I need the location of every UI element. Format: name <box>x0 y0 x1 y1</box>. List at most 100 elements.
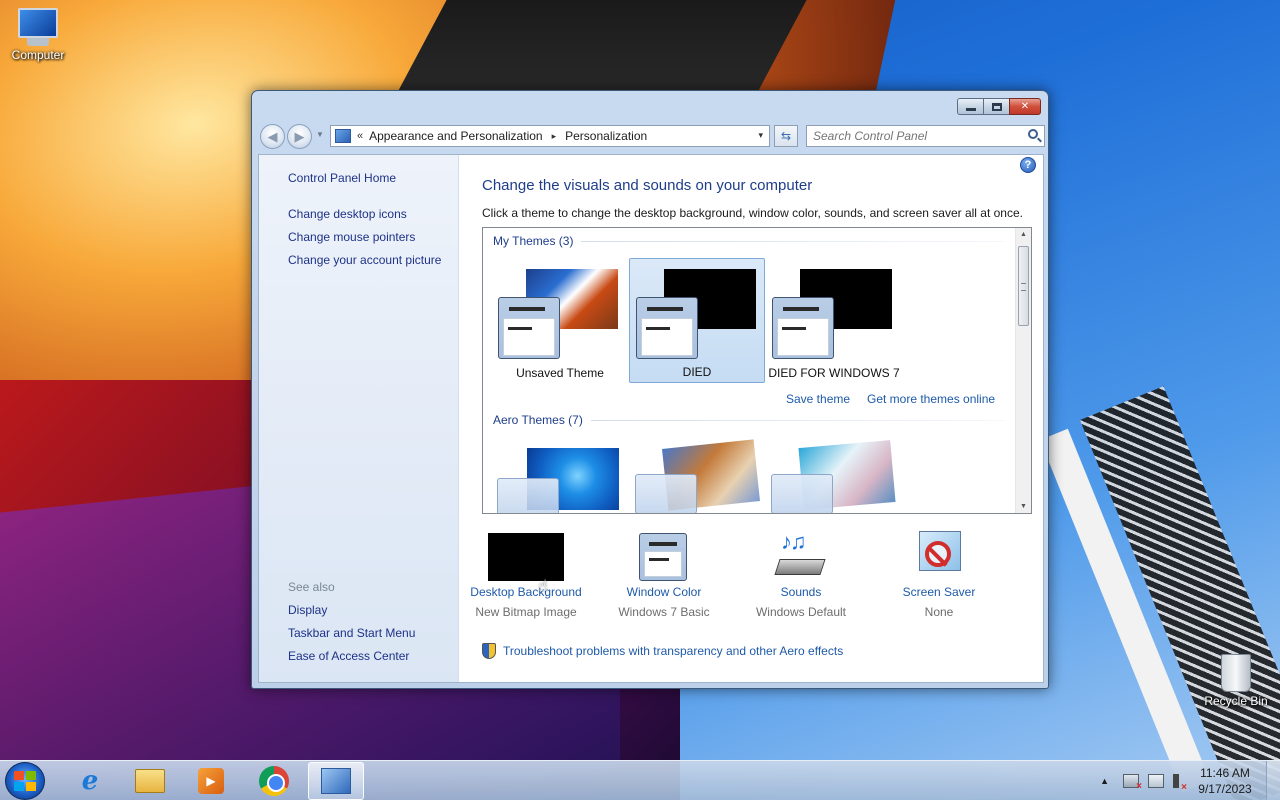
start-button[interactable] <box>5 762 45 800</box>
my-themes-header: My Themes (3) <box>493 234 1005 248</box>
scroll-thumb[interactable] <box>1018 246 1029 326</box>
scroll-down-icon[interactable]: ▼ <box>1020 503 1027 510</box>
page-title: Change the visuals and sounds on your co… <box>482 177 813 194</box>
desktop-icon-recycle-bin[interactable]: Recycle Bin <box>1198 654 1274 708</box>
save-theme-link[interactable]: Save theme <box>786 392 850 406</box>
theme-window-preview <box>498 297 560 359</box>
screen-saver-icon <box>869 529 1009 585</box>
refresh-icon: ⇆ <box>780 129 792 143</box>
troubleshoot-label: Troubleshoot problems with transparency … <box>503 644 844 658</box>
control-panel-icon <box>335 129 351 143</box>
recent-pages-dropdown[interactable]: ▼ <box>316 130 324 139</box>
taskbar-chrome[interactable] <box>246 762 302 800</box>
breadcrumb-appearance[interactable]: Appearance and Personalization <box>369 129 542 143</box>
desktop-background-setting[interactable]: Desktop Background New Bitmap Image <box>456 529 596 619</box>
recycle-bin-icon <box>1198 654 1274 692</box>
aero-themes-header: Aero Themes (7) <box>493 413 1005 427</box>
aero-theme-characters[interactable] <box>771 440 901 513</box>
theme-window-preview <box>635 474 697 513</box>
aero-theme-architecture[interactable] <box>635 439 765 513</box>
control-panel-icon <box>321 768 351 794</box>
theme-list-scrollbar[interactable]: ▲ ▼ <box>1015 228 1031 513</box>
theme-unsaved[interactable]: Unsaved Theme <box>492 259 628 384</box>
minimize-button[interactable] <box>957 98 983 115</box>
change-mouse-pointers-link[interactable]: Change mouse pointers <box>288 230 458 244</box>
taskbar-start-menu-link[interactable]: Taskbar and Start Menu <box>288 626 415 640</box>
windows-logo-icon <box>14 771 24 780</box>
change-desktop-icons-link[interactable]: Change desktop icons <box>288 207 458 221</box>
folder-icon <box>135 769 165 793</box>
breadcrumb-personalization[interactable]: Personalization <box>565 129 647 143</box>
search-box[interactable] <box>806 125 1045 147</box>
internet-explorer-icon: e <box>81 766 99 796</box>
personalization-window: ✕ ◀ ▶ ▼ « Appearance and Personalization… <box>251 90 1049 689</box>
sounds-icon: ♪♫ <box>731 529 871 585</box>
screen-saver-value: None <box>924 605 954 619</box>
theme-window-preview <box>772 297 834 359</box>
refresh-button[interactable]: ⇆ <box>774 125 798 147</box>
sounds-setting[interactable]: ♪♫ Sounds Windows Default <box>731 529 871 619</box>
desktop-background-value: New Bitmap Image <box>475 605 577 619</box>
theme-died[interactable]: DIED <box>629 258 765 383</box>
sounds-value: Windows Default <box>755 605 847 619</box>
page-subtitle: Click a theme to change the desktop back… <box>482 206 1023 220</box>
desktop-icon-label: Recycle Bin <box>1204 694 1268 708</box>
clock-date: 9/17/2023 <box>1198 782 1252 796</box>
forward-button[interactable]: ▶ <box>287 124 312 149</box>
get-more-themes-link[interactable]: Get more themes online <box>867 392 995 406</box>
display-link[interactable]: Display <box>288 603 415 617</box>
taskbar-windows-explorer[interactable] <box>122 762 178 800</box>
back-arrow-icon: ◀ <box>267 128 278 144</box>
system-tray: ▲ 11:46 AM 9/17/2023 <box>1100 761 1280 800</box>
address-bar[interactable]: « Appearance and Personalization ▸ Perso… <box>330 125 770 147</box>
window-color-setting[interactable]: Window Color Windows 7 Basic <box>594 529 734 619</box>
screen-saver-link[interactable]: Screen Saver <box>869 585 1009 599</box>
help-icon: ? <box>1024 159 1032 171</box>
aero-theme-windows7[interactable] <box>497 446 627 513</box>
search-icon[interactable] <box>1028 129 1038 139</box>
back-button[interactable]: ◀ <box>260 124 285 149</box>
network-icon[interactable] <box>1148 774 1164 788</box>
window-color-link[interactable]: Window Color <box>594 585 734 599</box>
troubleshoot-link[interactable]: Troubleshoot problems with transparency … <box>482 643 843 659</box>
show-desktop-button[interactable] <box>1266 761 1280 800</box>
action-center-icon[interactable] <box>1123 774 1142 792</box>
desktop-background-link[interactable]: Desktop Background <box>456 585 596 599</box>
control-panel-home-link[interactable]: Control Panel Home <box>288 171 458 185</box>
taskbar-media-player[interactable]: ▶ <box>183 762 239 800</box>
window-color-icon <box>639 533 687 581</box>
close-button[interactable]: ✕ <box>1009 98 1041 115</box>
maximize-button[interactable] <box>983 98 1009 115</box>
search-input[interactable] <box>807 129 1012 143</box>
left-nav-pane: Control Panel Home Change desktop icons … <box>259 155 459 682</box>
main-pane: ? Change the visuals and sounds on your … <box>459 155 1043 682</box>
ease-of-access-link[interactable]: Ease of Access Center <box>288 649 415 663</box>
content-area: Control Panel Home Change desktop icons … <box>258 154 1044 683</box>
theme-died-for-windows-7[interactable]: DIED FOR WINDOWS 7 <box>766 259 902 384</box>
theme-name: Unsaved Theme <box>516 366 604 380</box>
clock[interactable]: 11:46 AM 9/17/2023 <box>1192 765 1258 797</box>
show-hidden-icons-button[interactable]: ▲ <box>1100 776 1109 786</box>
minimize-icon <box>965 107 976 111</box>
taskbar-control-panel[interactable] <box>308 762 364 800</box>
close-icon: ✕ <box>1020 101 1030 112</box>
desktop-icon-computer[interactable]: Computer <box>0 8 76 62</box>
taskbar: e ▶ ▲ 11:46 AM 9/17/2023 <box>0 760 1280 800</box>
scroll-up-icon[interactable]: ▲ <box>1020 231 1027 238</box>
address-dropdown-icon[interactable]: ▾ <box>758 130 763 141</box>
screen-saver-setting[interactable]: Screen Saver None <box>869 529 1009 619</box>
see-also-section: See also Display Taskbar and Start Menu … <box>288 580 415 672</box>
taskbar-internet-explorer[interactable]: e <box>62 762 118 800</box>
clock-time: 11:46 AM <box>1200 766 1250 780</box>
window-color-value: Windows 7 Basic <box>618 605 710 619</box>
sounds-link[interactable]: Sounds <box>731 585 871 599</box>
chrome-icon <box>259 766 289 796</box>
desktop-background-icon <box>488 533 564 581</box>
volume-muted-icon[interactable] <box>1173 774 1187 793</box>
theme-window-preview <box>497 478 559 513</box>
address-overflow-chevron[interactable]: « <box>357 130 363 142</box>
change-account-picture-link[interactable]: Change your account picture <box>288 253 458 267</box>
breadcrumb-separator-icon[interactable]: ▸ <box>552 131 557 142</box>
help-button[interactable]: ? <box>1020 157 1036 173</box>
maximize-icon <box>991 102 1002 111</box>
